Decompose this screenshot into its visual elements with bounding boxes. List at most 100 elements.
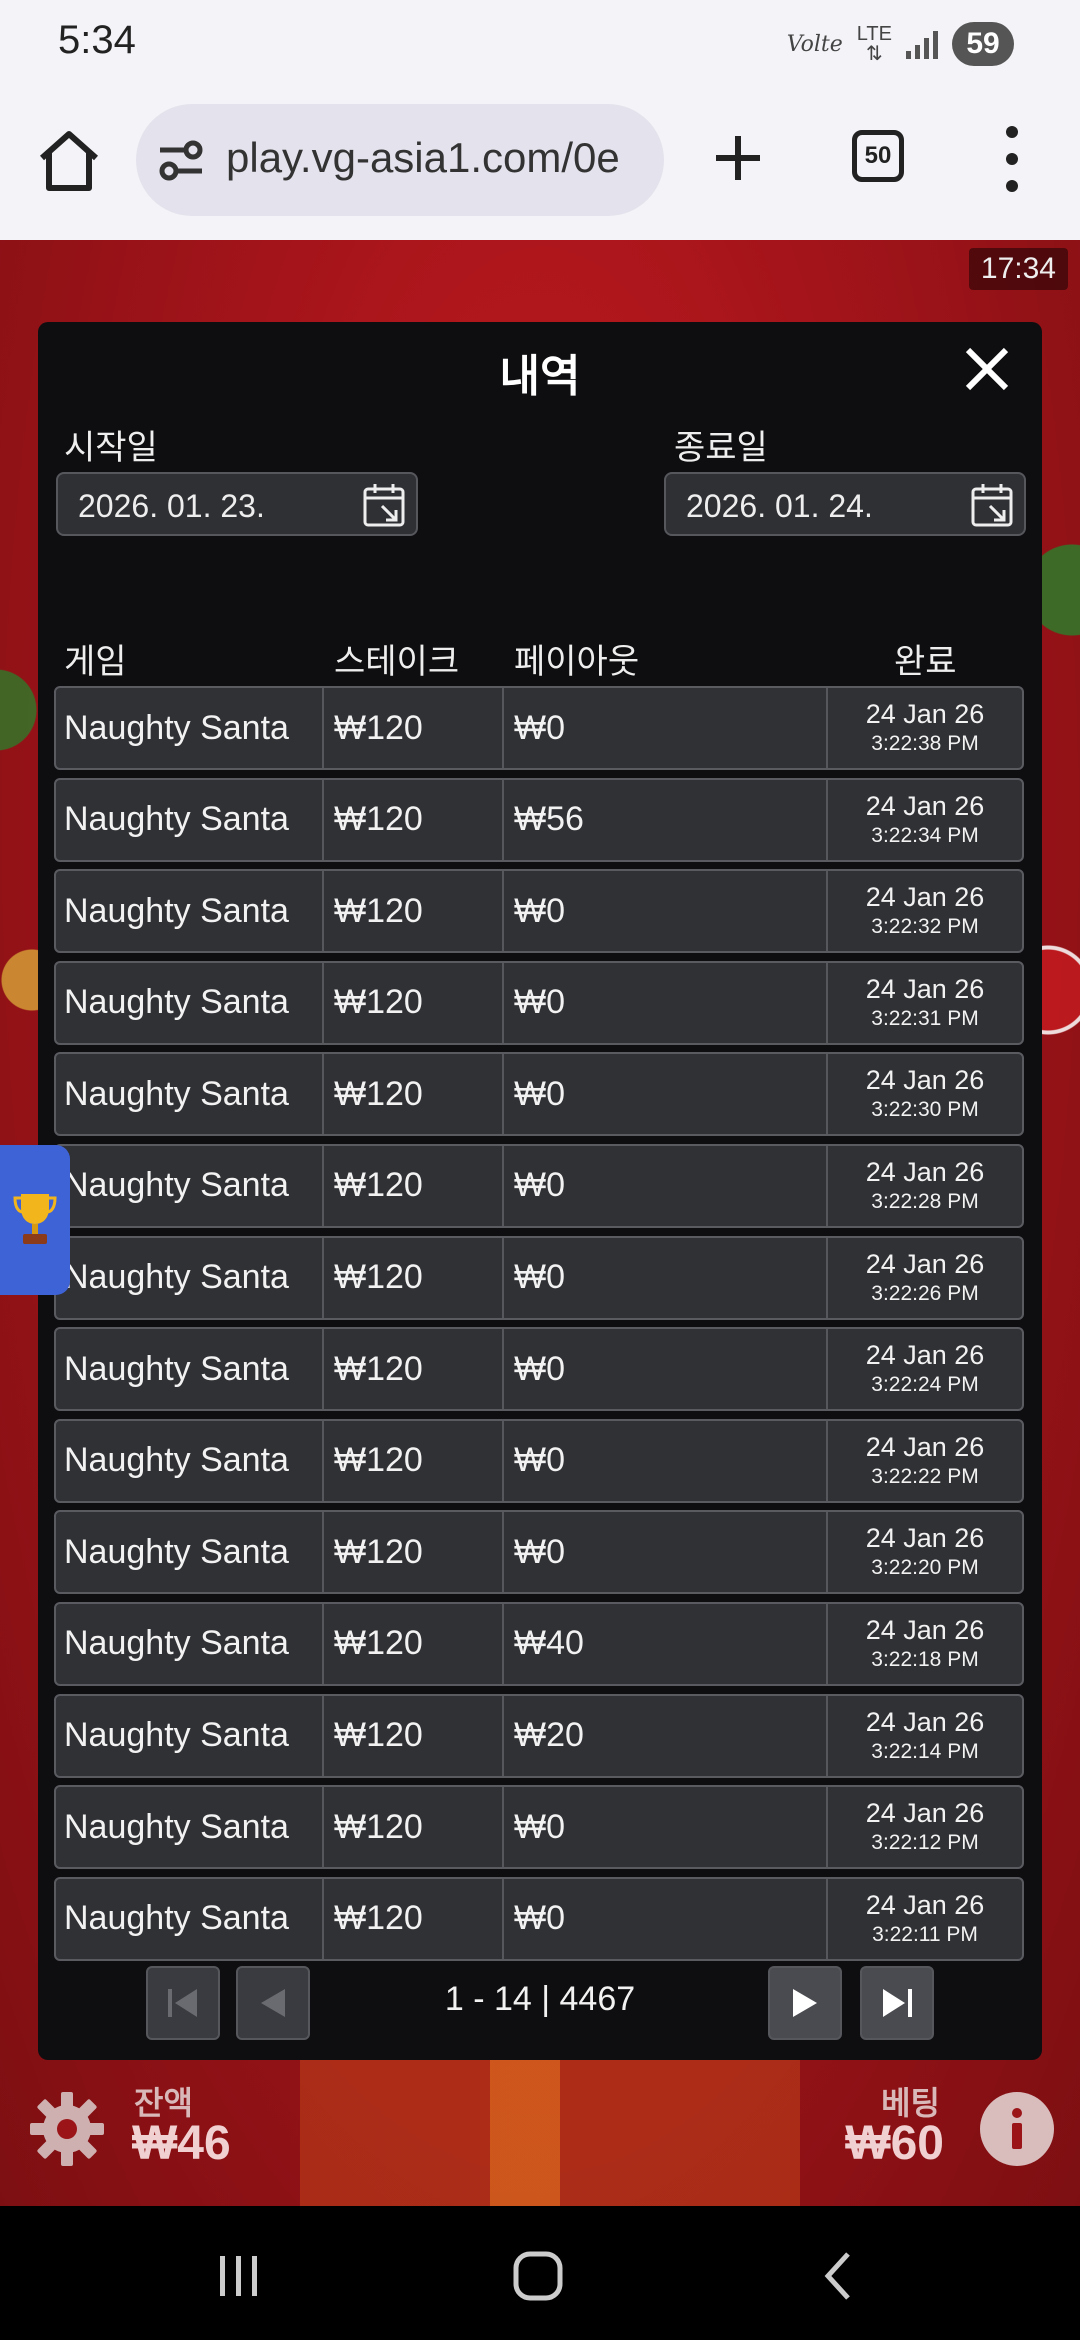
row-date: 24 Jan 26 bbox=[865, 1340, 985, 1371]
row-stake: ₩120 bbox=[324, 779, 504, 860]
row-date: 24 Jan 26 bbox=[865, 1798, 985, 1829]
home-icon[interactable] bbox=[36, 128, 102, 194]
row-date: 24 Jan 26 bbox=[865, 1889, 985, 1920]
row-time: 3:22:18 PM bbox=[871, 1647, 979, 1671]
tab-switcher-button[interactable]: 50 bbox=[852, 130, 904, 182]
row-payout: ₩0 bbox=[504, 871, 828, 952]
row-completed: 24 Jan 26 3:22:22 PM bbox=[828, 1421, 1022, 1501]
row-time: 3:22:28 PM bbox=[871, 1189, 979, 1213]
table-row: Naughty Santa ₩120 ₩0 24 Jan 26 3:22:31 PM bbox=[54, 960, 1024, 1045]
back-icon[interactable] bbox=[810, 2246, 870, 2306]
row-game: Naughty Santa bbox=[56, 1603, 324, 1684]
row-time: 3:22:26 PM bbox=[871, 1281, 979, 1305]
row-time: 3:22:14 PM bbox=[871, 1739, 979, 1763]
row-game: Naughty Santa bbox=[56, 1237, 324, 1318]
modal-title: 내역 bbox=[499, 352, 581, 401]
table-row: Naughty Santa ₩120 ₩0 24 Jan 26 3:22:11 PM bbox=[54, 1876, 1024, 1961]
row-payout: ₩56 bbox=[504, 779, 828, 860]
row-time: 3:22:34 PM bbox=[871, 823, 979, 847]
row-stake: ₩120 bbox=[324, 1237, 504, 1318]
gear-icon[interactable] bbox=[28, 2090, 106, 2168]
more-menu-icon[interactable] bbox=[998, 126, 1026, 192]
end-date-value: 2026. 01. 24. bbox=[686, 488, 873, 524]
last-page-button[interactable] bbox=[860, 1966, 934, 2040]
row-payout: ₩0 bbox=[504, 1512, 828, 1593]
row-payout: ₩0 bbox=[504, 1420, 828, 1501]
table-row: Naughty Santa ₩120 ₩0 24 Jan 26 3:22:30 PM bbox=[54, 1052, 1024, 1137]
table-row: Naughty Santa ₩120 ₩0 24 Jan 26 3:22:28 PM bbox=[54, 1143, 1024, 1228]
lte-icon: LTE ⇅ bbox=[856, 23, 892, 65]
row-date: 24 Jan 26 bbox=[865, 1523, 985, 1554]
row-game: Naughty Santa bbox=[56, 1329, 324, 1410]
info-button[interactable] bbox=[980, 2092, 1054, 2166]
row-payout: ₩20 bbox=[504, 1695, 828, 1776]
row-completed: 24 Jan 26 3:22:12 PM bbox=[828, 1787, 1022, 1867]
battery-icon: 59 bbox=[952, 22, 1014, 66]
game-area: 17:34 내역 시작일 2026. 01. 23. 종료일 2026. 01.… bbox=[0, 240, 1080, 2206]
row-completed: 24 Jan 26 3:22:20 PM bbox=[828, 1512, 1022, 1592]
table-row: Naughty Santa ₩120 ₩0 24 Jan 26 3:22:24 PM bbox=[54, 1327, 1024, 1412]
table-row: Naughty Santa ₩120 ₩56 24 Jan 26 3:22:34 PM bbox=[54, 777, 1024, 862]
row-payout: ₩0 bbox=[504, 1329, 828, 1410]
row-stake: ₩120 bbox=[324, 871, 504, 952]
row-time: 3:22:20 PM bbox=[871, 1556, 979, 1580]
close-icon[interactable] bbox=[962, 344, 1012, 394]
row-completed: 24 Jan 26 3:22:11 PM bbox=[828, 1879, 1022, 1959]
row-stake: ₩120 bbox=[324, 1145, 504, 1226]
row-completed: 24 Jan 26 3:22:34 PM bbox=[828, 780, 1022, 860]
calendar-icon[interactable] bbox=[970, 482, 1014, 528]
row-date: 24 Jan 26 bbox=[865, 1431, 985, 1462]
address-bar[interactable]: play.vg-asia1.com/0e bbox=[136, 104, 664, 216]
row-stake: ₩120 bbox=[324, 1512, 504, 1593]
row-time: 3:22:11 PM bbox=[872, 1922, 978, 1946]
row-stake: ₩120 bbox=[324, 1329, 504, 1410]
site-settings-icon[interactable] bbox=[158, 140, 204, 182]
row-completed: 24 Jan 26 3:22:26 PM bbox=[828, 1238, 1022, 1318]
info-icon bbox=[1012, 2108, 1022, 2149]
row-game: Naughty Santa bbox=[56, 1878, 324, 1959]
recents-icon[interactable] bbox=[208, 2246, 268, 2306]
row-stake: ₩120 bbox=[324, 688, 504, 768]
next-page-icon bbox=[793, 1989, 817, 2017]
row-game: Naughty Santa bbox=[56, 688, 324, 768]
table-row: Naughty Santa ₩120 ₩0 24 Jan 26 3:22:32 PM bbox=[54, 869, 1024, 954]
row-game: Naughty Santa bbox=[56, 1695, 324, 1776]
row-game: Naughty Santa bbox=[56, 962, 324, 1043]
status-time: 5:34 bbox=[58, 18, 136, 62]
balance-value: ₩46 bbox=[132, 2117, 231, 2170]
start-date-value: 2026. 01. 23. bbox=[78, 488, 265, 524]
table-row: Naughty Santa ₩120 ₩0 24 Jan 26 3:22:12 PM bbox=[54, 1785, 1024, 1870]
row-date: 24 Jan 26 bbox=[865, 790, 985, 821]
row-time: 3:22:12 PM bbox=[871, 1831, 979, 1855]
row-time: 3:22:32 PM bbox=[871, 915, 979, 939]
calendar-icon[interactable] bbox=[362, 482, 406, 528]
home-nav-icon[interactable] bbox=[508, 2246, 568, 2306]
end-date-field[interactable]: 2026. 01. 24. bbox=[664, 472, 1026, 536]
last-page-icon bbox=[883, 1989, 912, 2017]
row-payout: ₩0 bbox=[504, 1237, 828, 1318]
new-tab-icon[interactable] bbox=[712, 132, 764, 184]
row-game: Naughty Santa bbox=[56, 1054, 324, 1135]
row-date: 24 Jan 26 bbox=[865, 699, 985, 729]
history-table: Naughty Santa ₩120 ₩0 24 Jan 26 3:22:38 PM Na… bbox=[54, 686, 1024, 1968]
row-completed: 24 Jan 26 3:22:28 PM bbox=[828, 1146, 1022, 1226]
bet-value[interactable]: ₩60 bbox=[845, 2116, 944, 2171]
row-time: 3:22:30 PM bbox=[871, 1098, 979, 1122]
row-stake: ₩120 bbox=[324, 1054, 504, 1135]
status-bar: 5:34 Volte LTE ⇅ 59 bbox=[0, 0, 1080, 90]
row-payout: ₩40 bbox=[504, 1603, 828, 1684]
row-payout: ₩0 bbox=[504, 1787, 828, 1868]
row-stake: ₩120 bbox=[324, 1603, 504, 1684]
trophy-button[interactable] bbox=[0, 1145, 70, 1295]
next-page-button[interactable] bbox=[768, 1966, 842, 2040]
start-date-field[interactable]: 2026. 01. 23. bbox=[56, 472, 418, 536]
table-row: Naughty Santa ₩120 ₩20 24 Jan 26 3:22:14 PM bbox=[54, 1693, 1024, 1778]
row-game: Naughty Santa bbox=[56, 1787, 324, 1868]
row-game: Naughty Santa bbox=[56, 1512, 324, 1593]
table-row: Naughty Santa ₩120 ₩0 24 Jan 26 3:22:38 PM bbox=[54, 686, 1024, 770]
row-completed: 24 Jan 26 3:22:30 PM bbox=[828, 1054, 1022, 1134]
row-completed: 24 Jan 26 3:22:38 PM bbox=[828, 688, 1022, 768]
table-row: Naughty Santa ₩120 ₩0 24 Jan 26 3:22:26 PM bbox=[54, 1235, 1024, 1320]
table-row: Naughty Santa ₩120 ₩0 24 Jan 26 3:22:22 PM bbox=[54, 1418, 1024, 1503]
row-time: 3:22:24 PM bbox=[871, 1373, 979, 1397]
